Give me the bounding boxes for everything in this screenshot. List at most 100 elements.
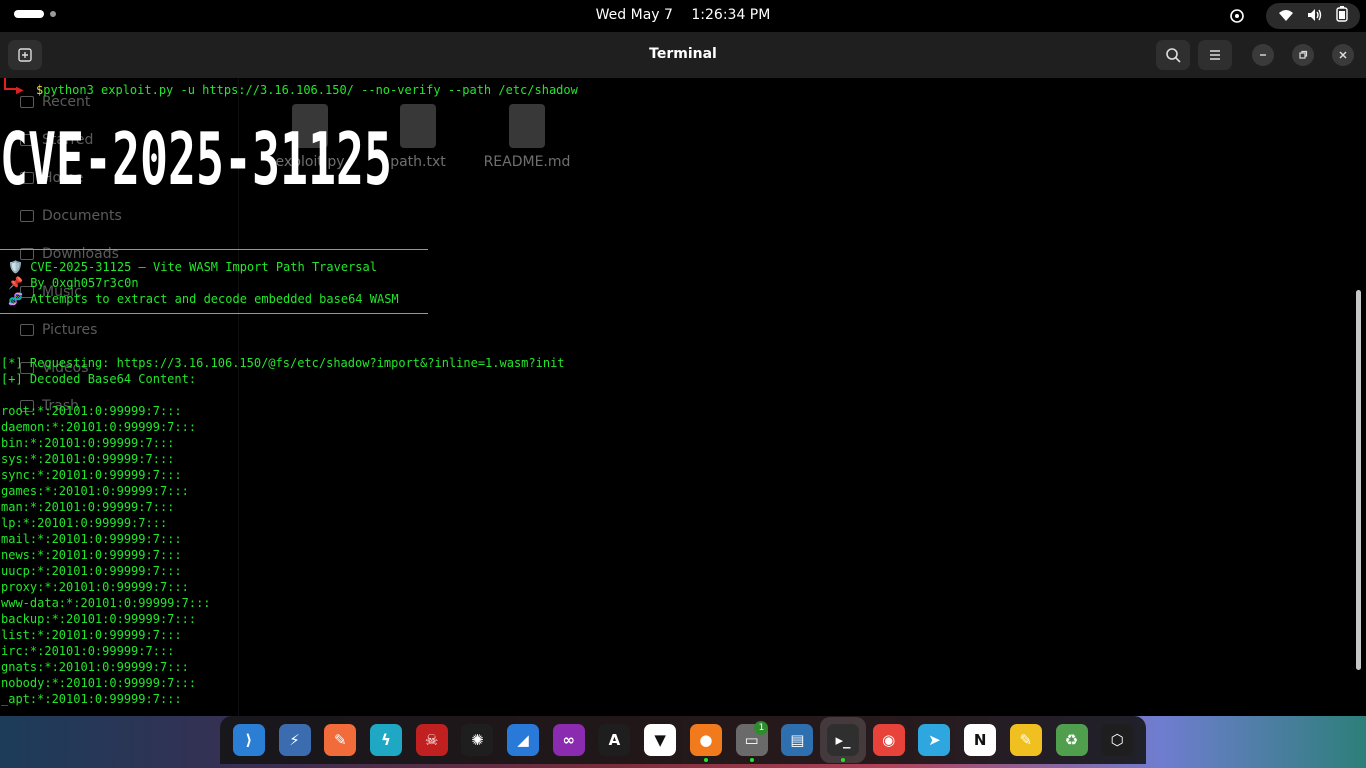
dock-app-show-apps[interactable]: ⬡ xyxy=(1094,717,1140,763)
shadow-line: nobody:*:20101:0:99999:7::: xyxy=(1,676,197,690)
terminal-icon: ▸_ xyxy=(826,724,859,756)
shadow-line: sync:*:20101:0:99999:7::: xyxy=(1,468,182,482)
ascii-banner-text: CVE-2025-31125 xyxy=(0,117,392,196)
dock-app-document-viewer[interactable]: ▤ xyxy=(774,717,820,763)
dock-app-wireshark[interactable]: ◢ xyxy=(500,717,546,763)
requesting-line: [*] Requesting: https://3.16.106.150/@fs… xyxy=(1,356,565,370)
dock-app-notion[interactable]: N xyxy=(957,717,1003,763)
info-line-author: 📌 By 0xgh057r3c0n xyxy=(8,276,139,290)
wifi-icon xyxy=(1278,7,1294,26)
dock-app-postman[interactable]: ✎ xyxy=(317,717,363,763)
banner-divider-top xyxy=(0,249,428,250)
dock-app-infinity-app[interactable]: ∞ xyxy=(546,717,592,763)
dock-app-chrome[interactable]: ◉ xyxy=(866,717,912,763)
dock-app-hacker-tool[interactable]: ☠ xyxy=(409,717,455,763)
shadow-line: sys:*:20101:0:99999:7::: xyxy=(1,452,175,466)
shadow-line: daemon:*:20101:0:99999:7::: xyxy=(1,420,197,434)
command-line: $python3 exploit.py -u https://3.16.106.… xyxy=(36,82,578,98)
telegram-icon: ➤ xyxy=(918,724,951,756)
maximize-button[interactable] xyxy=(1292,44,1314,66)
dock-app-text-editor[interactable]: ✎ xyxy=(1003,717,1049,763)
shadow-line: backup:*:20101:0:99999:7::: xyxy=(1,612,197,626)
document-viewer-icon: ▤ xyxy=(781,724,814,756)
shadow-line: bin:*:20101:0:99999:7::: xyxy=(1,436,175,450)
shadow-line: list:*:20101:0:99999:7::: xyxy=(1,628,182,642)
dock-app-vscode[interactable]: ⟩ xyxy=(226,717,272,763)
dock: ⟩ ⚡ ✎ ϟ ☠ ✺ ◢ ∞ A ▼ ● ▭ 1 ▤ ▸_ ◉ ➤ N ✎ ♻ ⬡ xyxy=(220,716,1146,764)
info-line-description: 🧬 Attempts to extract and decode embedde… xyxy=(8,292,399,306)
shield-icon: 🛡️ xyxy=(8,260,23,274)
trash-icon: ♻ xyxy=(1055,724,1088,756)
dock-app-firefox[interactable]: ● xyxy=(683,717,729,763)
dock-app-telegram[interactable]: ➤ xyxy=(912,717,958,763)
wireshark-icon: ◢ xyxy=(507,724,540,756)
chatgpt-icon: ✺ xyxy=(461,724,494,756)
minimize-button[interactable] xyxy=(1252,44,1274,66)
shadow-line: games:*:20101:0:99999:7::: xyxy=(1,484,189,498)
chatgpt-tray-icon[interactable] xyxy=(1229,8,1245,24)
documents-icon xyxy=(20,210,34,222)
clock-date: Wed May 7 xyxy=(595,7,673,23)
shadow-line: man:*:20101:0:99999:7::: xyxy=(1,500,175,514)
prompt-corner xyxy=(4,78,16,90)
pushpin-icon: 📌 xyxy=(8,276,23,290)
ghost-sidebar-item-documents: Documents xyxy=(20,208,122,224)
ghost-file-readme: README.md xyxy=(480,104,574,170)
shadow-line: news:*:20101:0:99999:7::: xyxy=(1,548,182,562)
dock-app-app-store[interactable]: A xyxy=(592,717,638,763)
recent-icon xyxy=(20,96,34,108)
dock-app-termius[interactable]: ϟ xyxy=(363,717,409,763)
pictures-icon xyxy=(20,324,34,336)
top-bar: Wed May 7 1:26:34 PM xyxy=(0,0,1366,32)
shadow-line: mail:*:20101:0:99999:7::: xyxy=(1,532,182,546)
running-indicator xyxy=(704,758,709,762)
prompt-arrow-icon: ▶ xyxy=(16,85,24,96)
dna-icon: 🧬 xyxy=(8,292,23,306)
burp-suite-icon: ⚡ xyxy=(278,724,311,756)
shadow-line: www-data:*:20101:0:99999:7::: xyxy=(1,596,211,610)
ascii-art-banner: CVE-2025-31125 xyxy=(0,117,392,196)
hacker-tool-icon: ☠ xyxy=(415,724,448,756)
shadow-line: uucp:*:20101:0:99999:7::: xyxy=(1,564,182,578)
infinity-app-icon: ∞ xyxy=(552,724,585,756)
window-header: Terminal xyxy=(0,32,1366,79)
menu-button[interactable] xyxy=(1198,40,1232,70)
dock-app-trash[interactable]: ♻ xyxy=(1049,717,1095,763)
decoded-line: [+] Decoded Base64 Content: xyxy=(1,372,197,386)
shadow-line: irc:*:20101:0:99999:7::: xyxy=(1,644,175,658)
close-icon xyxy=(1339,51,1347,59)
info-line-title: 🛡️ CVE-2025-31125 — Vite WASM Import Pat… xyxy=(8,260,377,274)
shadow-line: proxy:*:20101:0:99999:7::: xyxy=(1,580,189,594)
shadow-line: root:*:20101:0:99999:7::: xyxy=(1,404,182,418)
dock-app-terminal[interactable]: ▸_ xyxy=(820,717,866,763)
shadow-line: lp:*:20101:0:99999:7::: xyxy=(1,516,168,530)
app-store-icon: A xyxy=(598,724,631,756)
close-button[interactable] xyxy=(1332,44,1354,66)
hamburger-icon xyxy=(1210,50,1220,60)
clock[interactable]: Wed May 7 1:26:34 PM xyxy=(0,7,1366,23)
show-apps-icon: ⬡ xyxy=(1101,724,1134,756)
volume-icon xyxy=(1307,7,1323,26)
running-indicator xyxy=(841,758,846,762)
dock-app-burp-suite[interactable]: ⚡ xyxy=(272,717,318,763)
clock-time: 1:26:34 PM xyxy=(691,7,771,23)
battery-icon xyxy=(1335,6,1348,26)
text-file-icon xyxy=(400,104,436,148)
search-icon xyxy=(1166,48,1181,63)
markdown-file-icon xyxy=(509,104,545,148)
dock-app-chatgpt[interactable]: ✺ xyxy=(455,717,501,763)
terminal-view[interactable]: Recent Starred Home Documents Downloads … xyxy=(0,78,1366,716)
terminal-scrollbar[interactable] xyxy=(1356,290,1361,670)
banner-divider-bottom xyxy=(0,313,428,314)
chrome-icon: ◉ xyxy=(872,724,905,756)
search-button[interactable] xyxy=(1156,40,1190,70)
dock-app-files[interactable]: ▭ 1 xyxy=(729,717,775,763)
dock-app-proton-vpn[interactable]: ▼ xyxy=(637,717,683,763)
ghost-sidebar-item-pictures: Pictures xyxy=(20,322,97,338)
restore-icon xyxy=(1299,50,1308,59)
shadow-line: _apt:*:20101:0:99999:7::: xyxy=(1,692,182,706)
vscode-icon: ⟩ xyxy=(232,724,265,756)
command-text: python3 exploit.py -u https://3.16.106.1… xyxy=(43,83,578,97)
firefox-icon: ● xyxy=(689,724,722,756)
system-tray[interactable] xyxy=(1266,3,1360,29)
